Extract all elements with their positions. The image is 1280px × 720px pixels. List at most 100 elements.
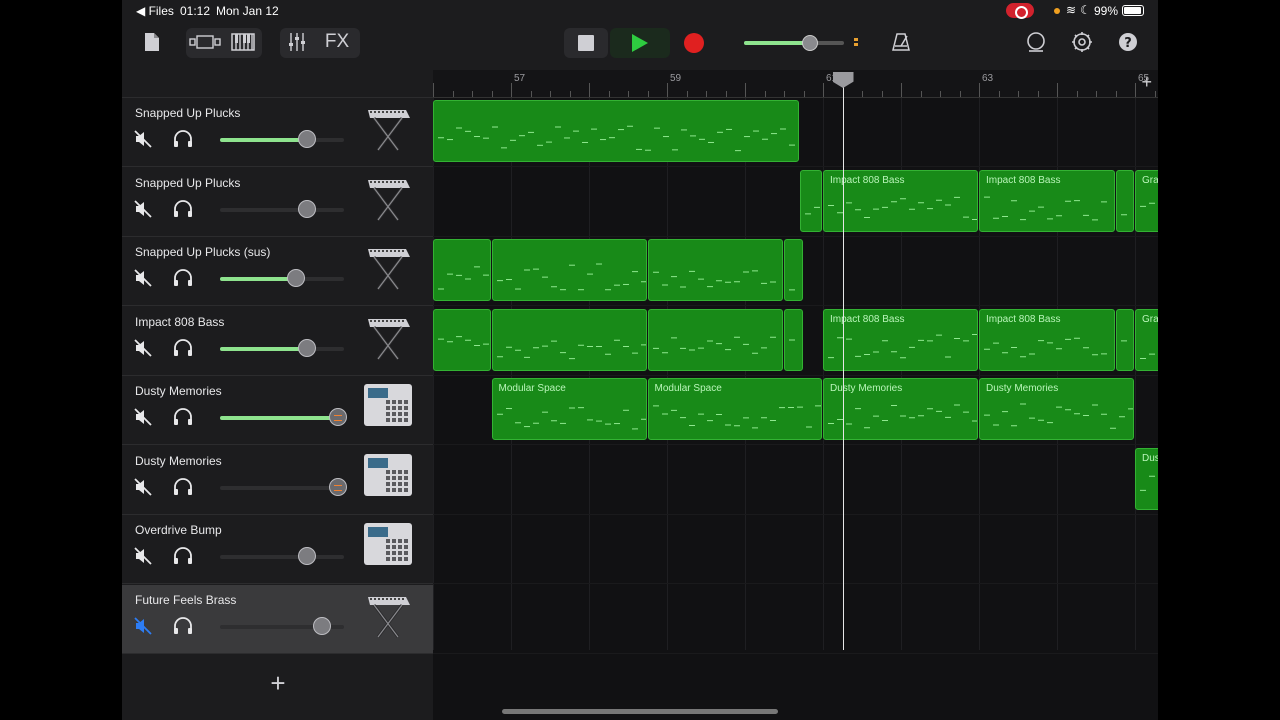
midi-region[interactable] bbox=[647, 239, 783, 301]
track-header-row[interactable]: Dusty Memories bbox=[122, 446, 433, 515]
track-lane[interactable] bbox=[433, 515, 1158, 584]
play-button[interactable] bbox=[610, 28, 670, 58]
screen-recording-icon[interactable] bbox=[1006, 3, 1034, 19]
midi-region[interactable] bbox=[433, 239, 491, 301]
solo-headphones-icon[interactable] bbox=[172, 199, 194, 218]
track-header-row[interactable]: Impact 808 Bass bbox=[122, 307, 433, 376]
drum-machine-instrument-icon[interactable] bbox=[362, 382, 414, 434]
track-header-row[interactable]: Overdrive Bump bbox=[122, 515, 433, 584]
midi-region[interactable] bbox=[1115, 169, 1134, 232]
midi-region[interactable] bbox=[491, 308, 647, 371]
playhead[interactable] bbox=[842, 74, 844, 650]
solo-headphones-icon[interactable] bbox=[172, 408, 194, 426]
track-lane[interactable] bbox=[433, 585, 1158, 654]
ruler-tick bbox=[725, 91, 727, 97]
solo-headphones-icon[interactable] bbox=[172, 269, 194, 287]
track-volume-knob[interactable] bbox=[297, 130, 316, 148]
ruler-tick bbox=[959, 91, 961, 97]
ruler-tick bbox=[511, 83, 512, 97]
mixer-icon[interactable] bbox=[286, 28, 308, 56]
track-header-row[interactable]: Snapped Up Plucks (sus) bbox=[122, 237, 433, 306]
track-volume-knob[interactable] bbox=[297, 199, 316, 218]
track-volume-knob[interactable] bbox=[286, 269, 305, 287]
midi-region[interactable]: Dusty Memories bbox=[979, 378, 1134, 440]
midi-region[interactable] bbox=[799, 169, 822, 232]
mute-speaker-icon[interactable] bbox=[134, 616, 152, 635]
metronome-icon[interactable] bbox=[890, 28, 912, 56]
solo-headphones-icon[interactable] bbox=[172, 477, 194, 496]
mute-speaker-icon[interactable] bbox=[134, 269, 152, 287]
midi-region[interactable] bbox=[433, 100, 799, 162]
midi-region[interactable]: Impact 808 Bass bbox=[823, 169, 978, 232]
solo-headphones-icon[interactable] bbox=[172, 547, 194, 565]
master-volume-slider[interactable] bbox=[744, 35, 844, 51]
midi-region[interactable] bbox=[433, 308, 491, 371]
keyboard-instrument-icon[interactable] bbox=[362, 243, 414, 295]
stop-button[interactable] bbox=[564, 28, 608, 58]
track-volume-slider[interactable] bbox=[220, 130, 344, 148]
keyboard-instrument-icon[interactable] bbox=[362, 174, 414, 226]
midi-region[interactable] bbox=[647, 308, 783, 371]
track-header-row[interactable]: Future Feels Brass bbox=[122, 584, 433, 654]
record-button[interactable] bbox=[672, 28, 716, 58]
keyboard-instrument-icon[interactable] bbox=[362, 104, 414, 156]
midi-region[interactable]: Dusty Memories bbox=[823, 378, 978, 440]
midi-region[interactable]: Dusty M bbox=[1135, 447, 1158, 510]
track-volume-knob[interactable] bbox=[328, 477, 347, 496]
help-icon[interactable]: ? bbox=[1118, 28, 1138, 56]
fx-button[interactable]: FX bbox=[322, 28, 352, 56]
drum-machine-instrument-icon[interactable] bbox=[362, 521, 414, 573]
loop-browser-icon[interactable] bbox=[1024, 28, 1048, 56]
midi-region[interactable] bbox=[491, 239, 647, 301]
solo-headphones-icon[interactable] bbox=[172, 338, 194, 357]
midi-region[interactable] bbox=[784, 308, 803, 371]
ruler[interactable]: + 575961636567697173 bbox=[433, 70, 1158, 98]
solo-headphones-icon[interactable] bbox=[172, 616, 194, 635]
track-volume-slider[interactable] bbox=[220, 338, 344, 357]
midi-region[interactable]: Modular Space bbox=[647, 378, 822, 440]
midi-region[interactable]: Impact 808 Bass bbox=[823, 308, 978, 371]
track-header-row[interactable]: Snapped Up Plucks bbox=[122, 168, 433, 237]
midi-region[interactable]: Grand I bbox=[1135, 308, 1158, 371]
master-volume-knob[interactable] bbox=[802, 35, 818, 51]
track-volume-slider[interactable] bbox=[220, 547, 344, 565]
midi-region[interactable]: Grand I bbox=[1135, 169, 1158, 232]
timeline[interactable]: + 575961636567697173 Grand I Impact 808 B… bbox=[433, 70, 1158, 720]
track-volume-slider[interactable] bbox=[220, 269, 344, 287]
mute-speaker-icon[interactable] bbox=[134, 477, 152, 496]
mute-speaker-icon[interactable] bbox=[134, 338, 152, 357]
region-label: Grand I bbox=[1142, 174, 1158, 186]
keyboard-icon[interactable] bbox=[230, 28, 256, 56]
mute-speaker-icon[interactable] bbox=[134, 547, 152, 565]
track-header-row[interactable]: Dusty Memories bbox=[122, 376, 433, 445]
midi-region[interactable] bbox=[1115, 308, 1134, 371]
midi-region[interactable]: Impact 808 Bass bbox=[979, 169, 1115, 232]
track-volume-knob[interactable] bbox=[312, 616, 331, 635]
track-volume-slider[interactable] bbox=[220, 408, 347, 426]
track-header-row[interactable]: Snapped Up Plucks bbox=[122, 98, 433, 167]
drum-machine-instrument-icon[interactable] bbox=[362, 452, 414, 504]
track-volume-knob[interactable] bbox=[297, 547, 316, 565]
add-track-button[interactable]: + bbox=[266, 668, 290, 699]
track-lane[interactable] bbox=[433, 446, 1158, 515]
midi-region[interactable]: Impact 808 Bass bbox=[979, 308, 1115, 371]
track-volume-slider[interactable] bbox=[220, 199, 344, 218]
track-volume-knob[interactable] bbox=[328, 408, 347, 426]
track-volume-knob[interactable] bbox=[297, 338, 316, 357]
back-to-files-link[interactable]: ◀ Files bbox=[136, 4, 174, 18]
midi-region[interactable] bbox=[784, 239, 803, 301]
tracks-view-icon[interactable] bbox=[188, 28, 222, 56]
ruler-tick bbox=[1018, 91, 1019, 97]
keyboard-instrument-icon[interactable] bbox=[362, 591, 414, 643]
settings-gear-icon[interactable] bbox=[1070, 28, 1094, 56]
document-icon[interactable] bbox=[142, 28, 162, 56]
solo-headphones-icon[interactable] bbox=[172, 130, 194, 148]
keyboard-instrument-icon[interactable] bbox=[362, 313, 414, 365]
mute-speaker-icon[interactable] bbox=[134, 199, 152, 218]
mute-speaker-icon[interactable] bbox=[134, 130, 152, 148]
mute-speaker-icon[interactable] bbox=[134, 408, 152, 426]
ruler-tick bbox=[667, 83, 668, 97]
track-volume-slider[interactable] bbox=[220, 616, 344, 635]
midi-region[interactable]: Modular Space bbox=[491, 378, 647, 440]
track-volume-slider[interactable] bbox=[220, 477, 347, 496]
